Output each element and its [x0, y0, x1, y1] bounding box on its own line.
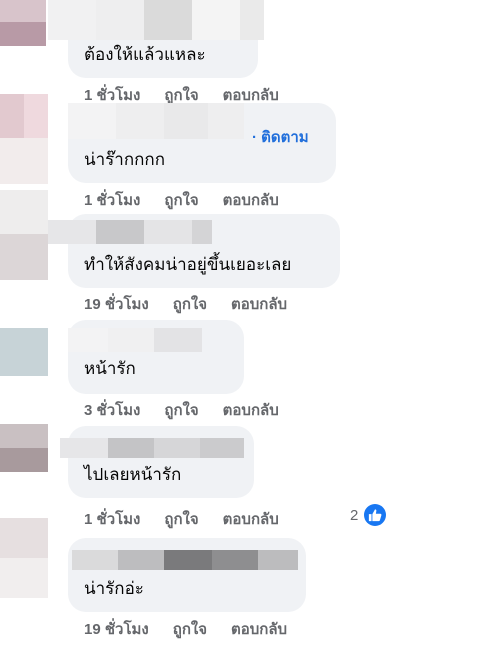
like-button[interactable]: ถูกใจ: [173, 292, 207, 316]
author-name[interactable]: [68, 103, 244, 139]
avatar[interactable]: [0, 94, 48, 184]
like-button[interactable]: ถูกใจ: [173, 617, 207, 641]
comment-time[interactable]: 3 ชั่วโมง: [84, 398, 140, 422]
comment-time[interactable]: 19 ชั่วโมง: [84, 292, 149, 316]
comment-bubble: ทำให้สังคมน่าอยู่ขึ้นเยอะเลย: [48, 214, 340, 288]
comment-actions: 1 ชั่วโมง ถูกใจ ตอบกลับ: [84, 188, 279, 212]
comment-actions: 19 ชั่วโมง ถูกใจ ตอบกลับ: [84, 292, 287, 316]
reply-button[interactable]: ตอบกลับ: [223, 188, 279, 212]
comment-bubble: ไปเลยหน้ารัก: [60, 426, 254, 498]
author-name[interactable]: [48, 0, 264, 40]
author-name[interactable]: [60, 438, 244, 458]
thumbs-up-icon[interactable]: [364, 504, 386, 526]
comment-time[interactable]: 19 ชั่วโมง: [84, 617, 149, 641]
comment-bubble: น่ารักอ่ะ: [68, 538, 306, 612]
author-name[interactable]: [68, 328, 202, 352]
like-button[interactable]: ถูกใจ: [164, 188, 198, 212]
comment-actions: 1 ชั่วโมง ถูกใจ ตอบกลับ: [84, 507, 279, 531]
author-name[interactable]: [48, 220, 212, 244]
comment-text: น่าร๊ากกกก: [84, 150, 166, 169]
comment-actions: 3 ชั่วโมง ถูกใจ ตอบกลับ: [84, 398, 279, 422]
reply-button[interactable]: ตอบกลับ: [231, 617, 287, 641]
like-button[interactable]: ถูกใจ: [164, 507, 198, 531]
comment-actions: 19 ชั่วโมง ถูกใจ ตอบกลับ: [84, 617, 287, 641]
comment-bubble: หน้ารัก: [68, 320, 244, 394]
avatar[interactable]: [0, 328, 48, 376]
like-button[interactable]: ถูกใจ: [164, 398, 198, 422]
comment-time[interactable]: 1 ชั่วโมง: [84, 188, 140, 212]
reaction-count[interactable]: 2: [350, 507, 358, 524]
reply-button[interactable]: ตอบกลับ: [223, 507, 279, 531]
avatar[interactable]: [0, 190, 48, 280]
comment-bubble: · ติดตาม น่าร๊ากกกก: [68, 103, 336, 183]
comment-text: ไปเลยหน้ารัก: [84, 465, 182, 484]
reply-button[interactable]: ตอบกลับ: [231, 292, 287, 316]
avatar[interactable]: [0, 518, 48, 598]
follow-link[interactable]: · ติดตาม: [252, 125, 309, 149]
comment-text: ต้องให้แล้วแหละ: [84, 45, 206, 64]
avatar[interactable]: [0, 424, 48, 472]
avatar[interactable]: [0, 0, 46, 46]
comment-text: หน้ารัก: [84, 359, 136, 378]
reply-button[interactable]: ตอบกลับ: [223, 398, 279, 422]
comment-time[interactable]: 1 ชั่วโมง: [84, 507, 140, 531]
author-name[interactable]: [72, 550, 298, 570]
comment-text: ทำให้สังคมน่าอยู่ขึ้นเยอะเลย: [84, 255, 292, 274]
comment-bubble: ต้องให้แล้วแหละ: [48, 0, 264, 78]
comment-text: น่ารักอ่ะ: [84, 579, 144, 598]
